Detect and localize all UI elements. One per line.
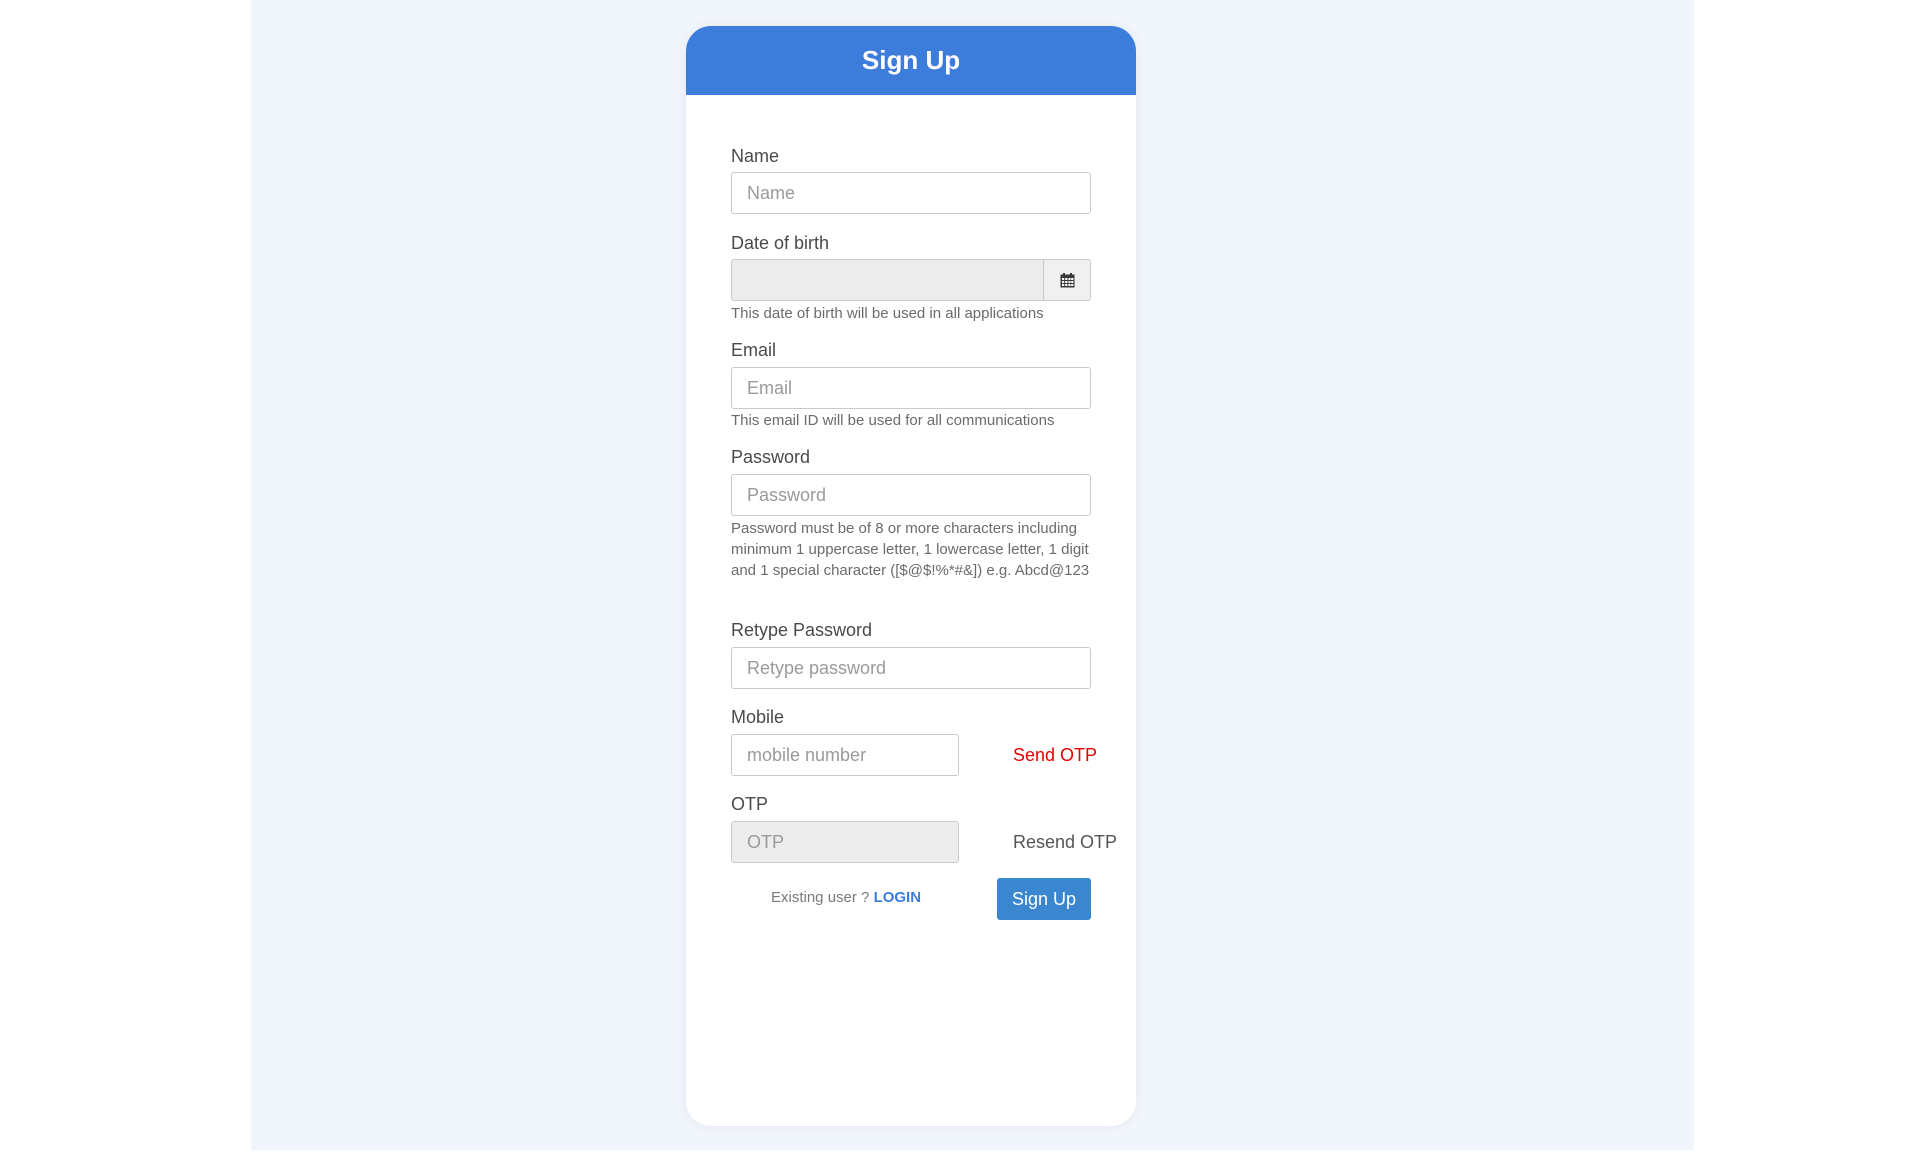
dob-input[interactable] bbox=[731, 259, 1044, 301]
retype-password-label: Retype Password bbox=[731, 620, 873, 640]
signup-button[interactable]: Sign Up bbox=[997, 878, 1091, 920]
signup-card: Sign Up Name Date of birth This date of … bbox=[686, 26, 1136, 1126]
send-otp-link[interactable]: Send OTP bbox=[1013, 745, 1097, 766]
email-input[interactable] bbox=[731, 367, 1091, 409]
login-link[interactable]: LOGIN bbox=[874, 889, 922, 906]
existing-user-label: Existing user ? bbox=[771, 889, 870, 906]
calendar-icon bbox=[1060, 272, 1074, 287]
dob-help-text: This date of birth will be used in all a… bbox=[731, 305, 1044, 322]
calendar-button[interactable] bbox=[1043, 259, 1091, 301]
password-input[interactable] bbox=[731, 474, 1091, 516]
email-label: Email bbox=[731, 340, 777, 360]
email-help-text: This email ID will be used for all commu… bbox=[731, 412, 1055, 429]
card-header: Sign Up bbox=[686, 26, 1136, 95]
dob-label: Date of birth bbox=[731, 233, 830, 253]
resend-otp-link[interactable]: Resend OTP bbox=[1013, 832, 1117, 853]
password-label: Password bbox=[731, 447, 811, 467]
mobile-input[interactable] bbox=[731, 734, 959, 776]
retype-password-input[interactable] bbox=[731, 647, 1091, 689]
password-help-text: Password must be of 8 or more characters… bbox=[731, 520, 1090, 579]
existing-user-text: Existing user ? LOGIN bbox=[771, 889, 921, 906]
name-label: Name bbox=[731, 146, 780, 166]
otp-input[interactable] bbox=[731, 821, 959, 863]
otp-label: OTP bbox=[731, 794, 769, 814]
mobile-label: Mobile bbox=[731, 707, 785, 727]
name-input[interactable] bbox=[731, 172, 1091, 214]
page-title: Sign Up bbox=[861, 45, 961, 75]
